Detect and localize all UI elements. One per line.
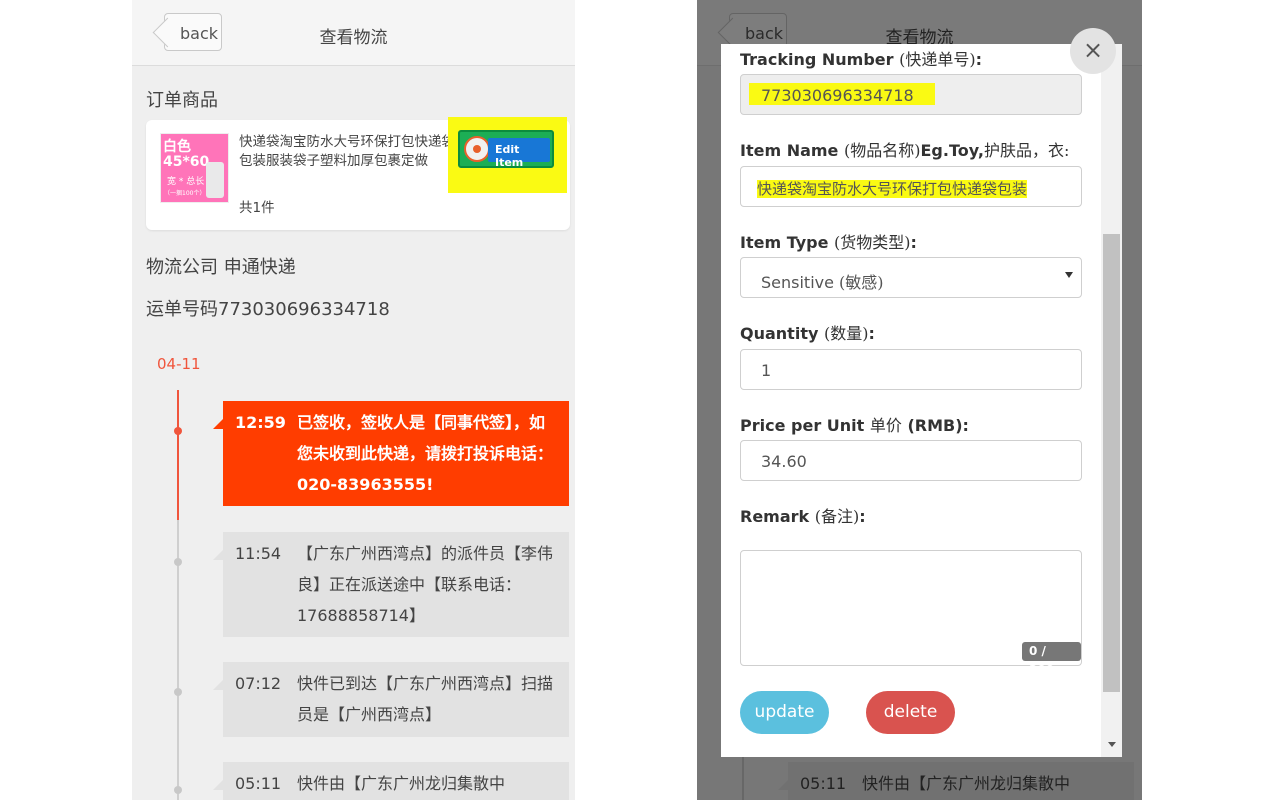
timeline-event: 05:11 快件由【广东广州龙归集散中 [213,762,569,800]
timeline-dot [174,786,182,794]
quantity-field[interactable]: 1 [740,349,1082,390]
remark-textarea[interactable]: 0 / 200 [740,550,1082,677]
event-time: 11:54 [235,544,282,563]
event-text: 快件由【广东广州龙归集散中 [297,774,506,793]
price-label: Price per Unit 单价 (RMB): [740,412,969,436]
waybill-number: 运单号码773030696334718 [146,295,390,321]
item-name-field[interactable]: 快递袋淘宝防水大号环保打包快递袋包装 [740,166,1082,207]
courier-label: 物流公司 [146,257,218,278]
timeline-date: 04-11 [157,355,201,373]
waybill-value: 773030696334718 [218,299,390,320]
order-item-card: 白色 45*60 宽 * 总长 （一捆100个） 快递袋淘宝防水大号环保打包快递… [146,117,570,230]
nav-bar: back 查看物流 [132,0,575,66]
event-time: 05:11 [235,774,282,793]
label-text: Remark [740,507,810,526]
thumb-text: （一捆100个） [164,190,206,197]
price-field[interactable]: 34.60 [740,440,1082,481]
label-text: Tracking Number [740,50,894,69]
courier-value: 申通快递 [223,257,296,278]
edit-item-button[interactable]: Edit Item [458,130,554,169]
label-text: Eg.Toy, [920,141,984,160]
timeline-event: 07:12 快件已到达【广东广州西湾点】扫描员是【广州西湾点】 [213,662,569,737]
label-text-cn: (货物类型) [834,233,911,252]
label-text-cn: 护肤品，衣: [984,141,1070,160]
timeline-dot [174,688,182,696]
bag-image [206,162,224,198]
timeline-dot [174,427,182,435]
event-time: 07:12 [235,674,282,693]
label-text-cn: (备注) [814,507,860,526]
timeline-line-active [177,390,179,520]
timeline-event: 11:54 【广东广州西湾点】的派件员【李伟良】正在派送途中【联系电话：1768… [213,532,569,637]
quantity-label: Quantity (数量): [740,320,875,344]
update-button[interactable]: update [740,691,829,734]
label-text-cn: 单价 [869,416,902,435]
label-text-cn: (数量) [823,324,869,343]
item-name-label: Item Name (物品名称)Eg.Toy,护肤品，衣: [740,137,1069,161]
thumb-text: 白色 [163,139,191,155]
tracking-number-value: 773030696334718 [761,86,914,105]
event-text: 【广东广州西湾点】的派件员【李伟良】正在派送途中【联系电话：1768885871… [297,544,554,625]
event-text: 快件已到达【广东广州西湾点】扫描员是【广州西湾点】 [297,674,554,724]
item-type-selected-cn: (敏感) [839,273,884,292]
edit-item-label: Edit Item [488,138,550,169]
delete-button[interactable]: delete [866,691,955,734]
label-text: Item Type [740,233,829,252]
label-text-cn: (快递单号) [899,50,976,69]
timeline-dot [174,558,182,566]
label-text: Item Name [740,141,839,160]
dropdown-arrow-icon [1065,272,1073,278]
label-text-cn: (物品名称) [843,141,921,160]
item-type-select[interactable]: Sensitive (敏感) [740,257,1082,298]
label-text: Price per Unit [740,416,865,435]
char-counter: 0 / 200 [1022,642,1081,677]
order-tracking-screen: back 查看物流 订单商品 白色 45*60 宽 * 总长 （一捆100个） … [132,0,575,800]
label-tail: (RMB): [907,416,969,435]
event-time: 12:59 [235,413,286,432]
label-tail: : [910,233,917,252]
courier-company: 物流公司 申通快递 [146,253,296,279]
label-tail: : [975,50,982,69]
label-tail: : [868,324,875,343]
item-name-value: 快递袋淘宝防水大号环保打包快递袋包装 [757,180,1028,198]
page-title: 查看物流 [319,28,388,48]
item-type-label: Item Type (货物类型): [740,229,917,253]
extension-logo-icon [464,136,490,162]
event-text: 已签收，签收人是【同事代签】，如您未收到此快递，请拨打投诉电话：020-8396… [297,413,554,494]
tracking-number-field[interactable]: 773030696334718 [740,74,1082,115]
product-name: 快递袋淘宝防水大号环保打包快递袋包装服装袋子塑料加厚包裹定做 [239,134,455,169]
order-items-title: 订单商品 [146,90,218,111]
modal-scrollbar[interactable] [1101,44,1122,757]
label-text: Quantity [740,324,819,343]
thumb-text: 45*60 [163,154,210,170]
scrollbar-thumb[interactable] [1103,234,1120,692]
item-type-selected: Sensitive [761,273,834,292]
thumb-text: 宽 * 总长 [167,177,205,187]
timeline-event: 12:59 已签收，签收人是【同事代签】，如您未收到此快递，请拨打投诉电话：02… [213,401,569,506]
label-tail: : [859,507,866,526]
remark-label: Remark (备注): [740,503,866,527]
product-thumbnail[interactable]: 白色 45*60 宽 * 总长 （一捆100个） [160,133,229,203]
close-modal-button[interactable]: × [1070,28,1116,74]
product-quantity: 共1件 [239,200,275,216]
tracking-number-label: Tracking Number (快递单号): [740,46,982,70]
scroll-down-icon[interactable] [1108,742,1116,747]
waybill-label: 运单号码 [146,299,218,320]
